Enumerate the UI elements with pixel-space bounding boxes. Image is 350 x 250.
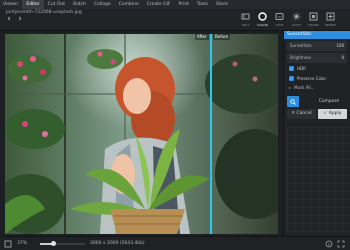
tool-edit-label: EDIT — [241, 23, 250, 27]
tool-frame-label: FRAME — [308, 23, 319, 27]
panel-title: Sunsetlists — [284, 31, 350, 39]
hdr-checkbox-row[interactable]: ✓ HDR — [289, 64, 347, 73]
menu-store[interactable]: Store — [212, 0, 232, 9]
cancel-button-label: Cancel — [296, 111, 312, 116]
menu-cut-out[interactable]: Cut Out — [44, 0, 69, 9]
tool-color[interactable]: COLOR — [254, 10, 271, 30]
amount-slider[interactable]: Sunsetlists 100 — [287, 41, 347, 51]
amount-slider-value[interactable]: 100 — [336, 41, 344, 51]
mask-expander-label: Mask All... — [294, 85, 315, 90]
image-dimensions: 3000 x 2000 (5643.4kb) — [90, 241, 145, 246]
compare-split-line[interactable] — [210, 34, 212, 234]
menu-print[interactable]: Print — [175, 0, 193, 9]
zoom-level: 37% — [17, 241, 28, 246]
menu-batch[interactable]: Batch — [69, 0, 90, 9]
zoom-slider-handle[interactable] — [51, 241, 56, 246]
menu-combine[interactable]: Combine — [115, 0, 143, 9]
tool-frame[interactable]: FRAME — [305, 10, 322, 30]
color-icon — [258, 12, 267, 21]
forward-arrow-icon[interactable]: › — [15, 14, 25, 24]
apply-button[interactable]: ✓ Apply — [318, 109, 347, 119]
panel-actions: ✕ Cancel ✓ Apply — [287, 109, 347, 119]
menu-viewer[interactable]: Viewer — [0, 0, 22, 9]
panel-background-grid — [287, 127, 348, 232]
before-label: Before — [213, 34, 231, 40]
tool-light-label: LIGHT — [291, 23, 302, 27]
image-canvas[interactable]: After Before — [0, 31, 283, 236]
edit-tool-tabs: EDIT COLOR FILM LIGHT FRAME INSERT — [237, 10, 339, 30]
status-bar: 37% 3000 x 2000 (5643.4kb) — [0, 236, 350, 250]
tool-insert[interactable]: INSERT — [322, 10, 339, 30]
cancel-button[interactable]: ✕ Cancel — [287, 109, 316, 119]
light-icon — [292, 12, 301, 21]
menu-editor[interactable]: Editor — [22, 0, 44, 9]
compare-button[interactable] — [287, 96, 299, 107]
tool-edit[interactable]: EDIT — [237, 10, 254, 30]
menu-collage[interactable]: Collage — [90, 0, 115, 9]
hdr-label: HDR — [297, 66, 306, 71]
compare-label[interactable]: Compare — [309, 96, 349, 107]
compare-row: Compare — [287, 96, 347, 107]
insert-icon — [326, 12, 335, 21]
menu-create-gif[interactable]: Create GIF — [143, 0, 175, 9]
fit-screen-icon[interactable] — [4, 240, 12, 248]
chevron-right-icon: ▸ — [289, 85, 292, 90]
edit-icon — [241, 12, 250, 21]
after-label: After — [195, 34, 209, 40]
check-icon: ✓ — [323, 111, 328, 116]
brightness-slider-value[interactable]: 0 — [341, 53, 344, 63]
photo-preview[interactable]: After Before — [5, 34, 278, 234]
back-arrow-icon[interactable]: ‹ — [4, 14, 14, 24]
hdr-checkbox[interactable]: ✓ — [289, 66, 294, 71]
mask-expander[interactable]: ▸ Mask All... — [289, 83, 347, 92]
zoom-slider[interactable] — [40, 241, 85, 246]
fullscreen-icon[interactable] — [337, 240, 345, 248]
editor-toolbar: jordynsmith-722068-unsplash.jpg ‹ › EDIT… — [0, 9, 350, 31]
tool-color-label: COLOR — [257, 23, 268, 27]
preserve-color-checkbox-row[interactable]: ✓ Preserve Color — [289, 74, 347, 83]
close-icon: ✕ — [291, 111, 296, 116]
tool-insert-label: INSERT — [324, 23, 337, 27]
menu-tools[interactable]: Tools — [193, 0, 212, 9]
amount-slider-label: Sunsetlists — [290, 43, 312, 48]
info-icon[interactable] — [325, 240, 333, 248]
adjustment-panel: Sunsetlists Sunsetlists 100 Brightness 0… — [283, 31, 350, 236]
preserve-color-label: Preserve Color — [297, 76, 327, 81]
brightness-slider[interactable]: Brightness 0 — [287, 53, 347, 63]
main-menu-bar: Viewer Editor Cut Out Batch Collage Comb… — [0, 0, 350, 9]
film-icon — [275, 12, 284, 21]
greenhouse-photo — [5, 34, 278, 234]
preserve-color-checkbox[interactable]: ✓ — [289, 76, 294, 81]
tool-film[interactable]: FILM — [271, 10, 288, 30]
compare-icon — [290, 98, 296, 105]
tool-light[interactable]: LIGHT — [288, 10, 305, 30]
frame-icon — [309, 12, 318, 21]
apply-button-label: Apply — [328, 111, 342, 116]
brightness-slider-label: Brightness — [290, 55, 312, 60]
tool-film-label: FILM — [275, 23, 284, 27]
